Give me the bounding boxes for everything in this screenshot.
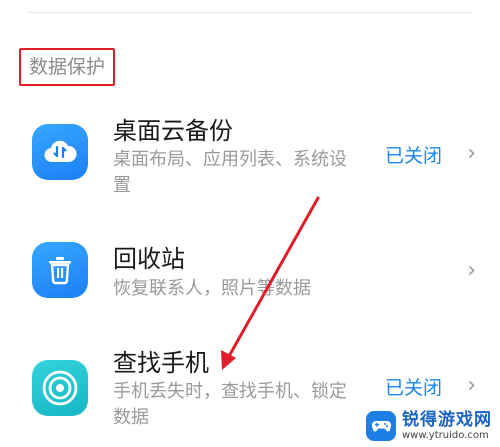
item-subtitle: 手机丢失时，查找手机、锁定数据 [113, 381, 347, 428]
status-label: 已关闭 [384, 145, 442, 167]
list-item-recycle-bin[interactable]: 回收站 恢复联系人，照片等数据 › [0, 240, 500, 310]
status-label: 已关闭 [384, 377, 442, 399]
item-subtitle: 恢复联系人，照片等数据 [113, 278, 311, 299]
watermark-url: www.ytruido.com [402, 429, 489, 441]
section-title: 数据保护 [19, 48, 116, 86]
item-title: 桌面云备份 [113, 117, 233, 145]
chevron-right-icon: › [467, 141, 476, 166]
divider [28, 12, 472, 13]
chevron-right-icon: › [467, 258, 476, 283]
cloud-sync-icon [32, 124, 88, 180]
settings-page: 数据保护 桌面云备份 桌面布局、应用列表、系统设置 已关闭 › 回收站 恢复联系… [0, 0, 500, 447]
target-icon [32, 360, 88, 416]
item-title: 回收站 [113, 245, 185, 273]
chevron-right-icon: › [467, 373, 476, 398]
trash-icon [32, 242, 88, 298]
watermark-name: 锐得游戏网 [402, 409, 492, 430]
gamepad-logo-icon [366, 411, 396, 441]
watermark: 锐得游戏网 www.ytruido.com [366, 411, 492, 441]
item-title: 查找手机 [113, 349, 209, 377]
list-item-desktop-cloud-backup[interactable]: 桌面云备份 桌面布局、应用列表、系统设置 已关闭 › [0, 110, 500, 200]
item-subtitle: 桌面布局、应用列表、系统设置 [113, 149, 347, 196]
